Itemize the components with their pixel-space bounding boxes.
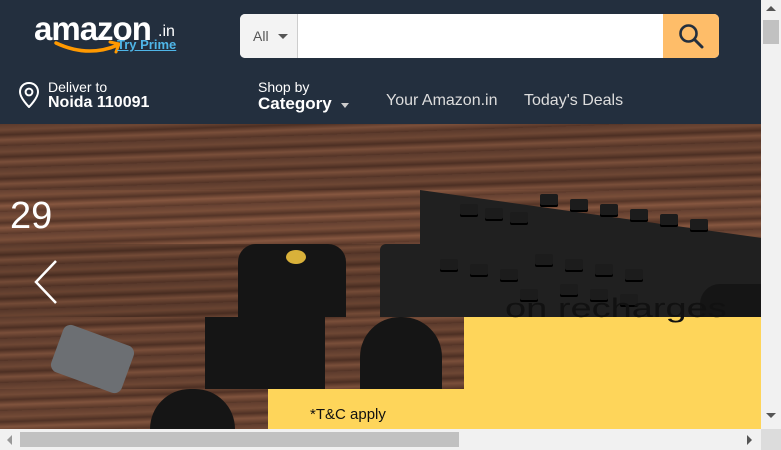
keyboard-key [570,199,588,212]
keyboard-key [625,269,643,282]
scroll-down-arrow-icon[interactable] [766,413,776,418]
keyboard-key [500,269,518,282]
scroll-right-arrow-icon[interactable] [747,435,752,445]
banner-slice [0,124,761,190]
search-department-label: All [253,28,269,44]
scroll-left-arrow-icon[interactable] [7,435,12,445]
keyboard-key [535,254,553,267]
horizontal-scrollbar[interactable] [0,429,761,450]
category-label: Category [258,94,332,113]
caret-down-icon [341,103,349,108]
keyboard-key [460,204,478,217]
nav-link-your-amazon[interactable]: Your Amazon.in [386,92,497,110]
device-logo [286,250,306,264]
smile-arrow-icon [54,40,122,54]
keyboard-key [510,212,528,225]
keyboard-key [485,208,503,221]
chevron-left-icon[interactable] [30,259,60,305]
search-icon [679,24,704,49]
search-bar: All [240,14,719,58]
hero-banner-carousel[interactable]: 29 on recharges *T&C apply [0,124,761,429]
scrollbar-corner [761,429,781,450]
shop-by-category-menu[interactable]: Shop by Category [258,78,368,116]
deliver-to-label: Deliver to [48,79,108,95]
top-header: amazon .in Try Prime All Deliver to Noid… [0,0,761,124]
nav-link-todays-deals[interactable]: Today's Deals [524,92,623,110]
keyboard-key [660,214,678,227]
keyboard-key [630,209,648,222]
keyboard-image [205,317,325,389]
mouse-image [360,317,442,389]
keyboard-key [595,264,613,277]
search-input[interactable] [298,14,662,58]
deliver-location: Noida 110091 [48,94,150,111]
banner-price-text: 29 [10,195,53,237]
search-department-select[interactable]: All [240,14,298,58]
location-pin-icon [18,82,40,108]
keyboard-key [565,259,583,272]
banner-recharge-text: on recharges [505,294,727,324]
keyboard-key [600,204,618,217]
keyboard-key [440,259,458,272]
keyboard-key [470,264,488,277]
shop-by-label: Shop by [258,79,310,95]
banner-yellow-panel [464,317,761,389]
deliver-to-location[interactable]: Deliver to Noida 110091 [18,78,198,114]
vertical-scroll-thumb[interactable] [763,20,779,44]
scroll-up-arrow-icon[interactable] [766,6,776,11]
banner-terms-text: *T&C apply [310,406,386,423]
amazon-logo[interactable]: amazon .in Try Prime [34,8,194,60]
keyboard-key [690,219,708,232]
keyboard-key [540,194,558,207]
horizontal-scroll-thumb[interactable] [20,432,459,447]
vertical-scrollbar[interactable] [761,0,781,429]
caret-down-icon [278,34,288,39]
try-prime-link[interactable]: Try Prime [117,37,176,52]
search-button[interactable] [663,14,719,58]
